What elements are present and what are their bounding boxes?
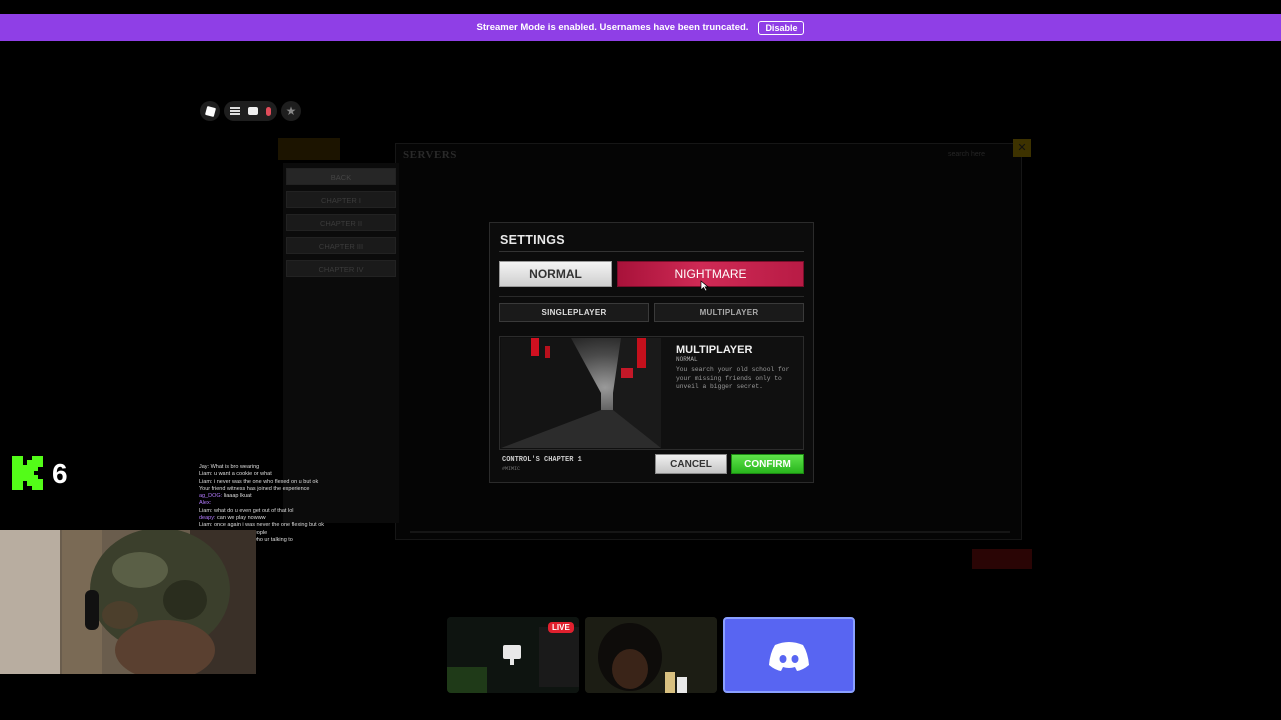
disable-streamer-mode-button[interactable]: Disable (758, 20, 805, 35)
game-logo (278, 138, 340, 160)
chat-text: Jay: What is bro wearing (199, 464, 260, 470)
scroll-track (410, 531, 1010, 533)
chat-message: Liam: once again i was never the one fle… (199, 522, 389, 529)
mode-title: MULTIPLAYER (676, 344, 753, 356)
discord-icon (769, 642, 809, 671)
discord-card[interactable] (723, 617, 855, 693)
chat-icon[interactable] (248, 107, 258, 115)
roblox-logo-icon (204, 105, 216, 117)
chat-message: ag_DOG: liaaap lkuat (199, 493, 389, 500)
chat-username: Alex: (199, 500, 212, 507)
live-badge: LIVE (548, 622, 574, 633)
chapter-4-button[interactable]: CHAPTER IV (286, 260, 396, 277)
chapter-preview-image (501, 338, 661, 448)
chat-message: Alex: (199, 500, 389, 507)
chat-text: Liam: u want a cookie or what (199, 471, 272, 478)
divider (499, 296, 804, 297)
star-icon: ★ (285, 104, 297, 118)
streamer-mode-text: Streamer Mode is enabled. Usernames have… (476, 22, 749, 33)
chat-text: Liam: once again i was never the one fle… (199, 522, 325, 529)
chat-message: deapy: can we play nowww (199, 515, 389, 522)
chat-text: liaaap lkuat (223, 493, 252, 500)
kick-logo-icon (12, 456, 43, 490)
chapter-2-button[interactable]: CHAPTER II (286, 214, 396, 231)
cancel-button[interactable]: CANCEL (655, 454, 727, 474)
confirm-button[interactable]: CONFIRM (731, 454, 804, 474)
viewer-count: 6 (52, 458, 68, 489)
close-icon[interactable]: ✕ (1013, 139, 1031, 157)
server-search[interactable]: search here (948, 151, 985, 158)
divider (499, 251, 804, 252)
menu-icon[interactable] (230, 107, 240, 115)
chat-text: can we play nowww (217, 515, 266, 522)
chat-username: deapy: (199, 515, 218, 522)
normal-difficulty-button[interactable]: NORMAL (499, 261, 612, 287)
back-button[interactable]: BACK (286, 168, 396, 185)
chat-text: Liam: what do u even get out of that lol (199, 507, 294, 514)
chat-message: Jay: What is bro wearing (199, 464, 389, 471)
servers-title: SERVERS (403, 149, 457, 161)
chat-text: Liam: i never was the one who flexed on … (199, 478, 319, 485)
roblox-menu-button[interactable] (200, 101, 220, 121)
chapter-3-button[interactable]: CHAPTER III (286, 237, 396, 254)
mouse-cursor-icon (700, 280, 709, 292)
favorite-button[interactable]: ★ (281, 101, 301, 121)
chat-message: Liam: u want a cookie or what (199, 471, 389, 478)
chapter-tag: #MIMIC (502, 466, 521, 472)
mode-description: You search your old school for your miss… (676, 366, 790, 390)
settings-title: SETTINGS (500, 233, 565, 247)
streamer-webcam (0, 530, 256, 674)
mode-difficulty: NORMAL (676, 356, 698, 363)
roblox-topbar: ★ (200, 101, 301, 121)
chat-message: Liam: i never was the one who flexed on … (199, 479, 389, 486)
multiplayer-button[interactable]: MULTIPLAYER (654, 303, 804, 322)
camera-preview-card[interactable] (585, 617, 717, 693)
streamer-mode-banner: Streamer Mode is enabled. Usernames have… (0, 14, 1281, 41)
chat-text: Your friend witness has joined the exper… (199, 485, 310, 492)
chat-message: Liam: what do u even get out of that lol (199, 508, 389, 515)
topbar-pill (224, 101, 277, 121)
chapter-name: CONTROL'S CHAPTER 1 (502, 456, 582, 464)
chat-message: Your friend witness has joined the exper… (199, 486, 389, 493)
chat-username: ag_DOG: (199, 493, 224, 500)
chapter-1-button[interactable]: CHAPTER I (286, 191, 396, 208)
dev-logo (972, 549, 1032, 569)
singleplayer-button[interactable]: SINGLEPLAYER (499, 303, 649, 322)
microphone-icon[interactable] (266, 106, 271, 116)
nightmare-difficulty-button[interactable]: NIGHTMARE (617, 261, 804, 287)
